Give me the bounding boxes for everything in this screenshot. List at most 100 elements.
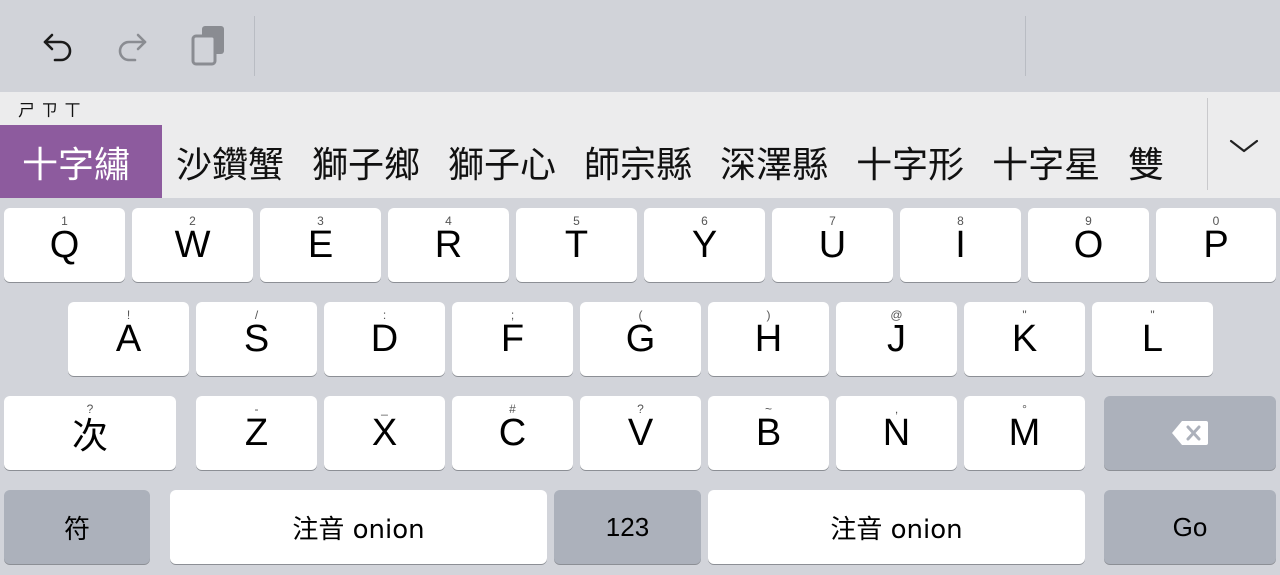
candidate-item[interactable]: 十字形 xyxy=(842,125,978,198)
space-key-left[interactable]: 注音 onion xyxy=(170,490,547,564)
key-v[interactable]: ? V xyxy=(580,396,701,470)
key-g[interactable]: (G xyxy=(580,302,701,376)
key-x[interactable]: _ X xyxy=(324,396,445,470)
key-hint: ° xyxy=(1022,402,1027,416)
key-label: R xyxy=(434,223,463,266)
key-a[interactable]: ! A xyxy=(68,302,189,376)
key-r[interactable]: 4R xyxy=(388,208,509,282)
clipboard-icon xyxy=(191,26,224,66)
key-label: I xyxy=(955,223,966,266)
key-w[interactable]: 2W xyxy=(132,208,253,282)
key-f[interactable]: ; F xyxy=(452,302,573,376)
key-label: C xyxy=(498,411,527,454)
toolbar xyxy=(0,0,1280,92)
key-hint: ? xyxy=(86,402,94,416)
expand-candidates-button[interactable] xyxy=(1222,132,1266,160)
key-label: Q xyxy=(49,223,80,266)
key-o[interactable]: 9O xyxy=(1028,208,1149,282)
key-label: T xyxy=(564,223,589,266)
key-m[interactable]: ° M xyxy=(964,396,1085,470)
space-key-right[interactable]: 注音 onion xyxy=(708,490,1085,564)
key-label: M xyxy=(1008,411,1041,454)
key-label: F xyxy=(500,317,525,360)
key-p[interactable]: 0P xyxy=(1156,208,1276,282)
key-t[interactable]: 5T xyxy=(516,208,637,282)
key-label: X xyxy=(371,411,398,454)
key-hint: " xyxy=(1022,308,1027,322)
key-i[interactable]: 8I xyxy=(900,208,1021,282)
toolbar-separator xyxy=(1025,16,1026,76)
redo-icon xyxy=(118,33,147,62)
candidate-item[interactable]: 獅子鄉 xyxy=(298,125,434,198)
candidate-item[interactable]: 深澤縣 xyxy=(706,125,842,198)
key-l[interactable]: " L xyxy=(1092,302,1213,376)
key-b[interactable]: ~ B xyxy=(708,396,829,470)
key-hint: ; xyxy=(510,308,515,322)
key-label: 123 xyxy=(605,511,650,542)
candidate-item[interactable]: 雙 xyxy=(1114,125,1178,198)
key-label: B xyxy=(755,411,782,454)
key-label: L xyxy=(1141,317,1164,360)
key-label: P xyxy=(1203,223,1229,266)
key-hint: @ xyxy=(890,308,903,322)
candidate-divider xyxy=(1207,98,1208,190)
phonetic-input: ㄕㄗㄒ xyxy=(18,101,87,121)
key-hint: / xyxy=(254,308,259,322)
key-hint: ) xyxy=(766,308,771,322)
key-hint: 4 xyxy=(445,214,452,228)
key-label: D xyxy=(370,317,399,360)
backspace-icon xyxy=(1172,421,1208,445)
key-hint: 6 xyxy=(701,214,708,228)
redo-button[interactable] xyxy=(110,24,154,68)
key-e[interactable]: 3E xyxy=(260,208,381,282)
key-hint: , xyxy=(894,402,899,416)
symbols-key[interactable]: 符 xyxy=(4,490,150,564)
key-z[interactable]: -Z xyxy=(196,396,317,470)
candidate-item[interactable]: 師宗縣 xyxy=(570,125,706,198)
key-label: V xyxy=(627,411,654,454)
key-next[interactable]: ? 次 xyxy=(4,396,176,470)
key-d[interactable]: :D xyxy=(324,302,445,376)
key-hint: - xyxy=(254,402,259,416)
key-label: E xyxy=(307,223,334,266)
candidate-item-selected[interactable]: 十字繡 xyxy=(0,125,162,198)
key-label: 符 xyxy=(63,514,90,545)
key-h[interactable]: ) H xyxy=(708,302,829,376)
key-hint: " xyxy=(1150,308,1155,322)
backspace-key[interactable] xyxy=(1104,396,1276,470)
clipboard-button[interactable] xyxy=(186,24,230,68)
key-label: Y xyxy=(691,223,718,266)
key-label: S xyxy=(243,317,270,360)
key-hint: 0 xyxy=(1212,214,1220,228)
key-label: W xyxy=(174,223,211,266)
key-c[interactable]: # C xyxy=(452,396,573,470)
key-hint: 1 xyxy=(61,214,68,228)
key-y[interactable]: 6Y xyxy=(644,208,765,282)
undo-icon xyxy=(43,33,72,62)
undo-button[interactable] xyxy=(36,24,80,68)
key-label: K xyxy=(1011,317,1038,360)
key-s[interactable]: / S xyxy=(196,302,317,376)
key-k[interactable]: " K xyxy=(964,302,1085,376)
key-hint: 7 xyxy=(829,214,836,228)
toolbar-separator xyxy=(254,16,255,76)
key-q[interactable]: 1Q xyxy=(4,208,125,282)
go-key[interactable]: Go xyxy=(1104,490,1276,564)
candidate-item[interactable]: 獅子心 xyxy=(434,125,570,198)
candidate-item[interactable]: 十字星 xyxy=(978,125,1114,198)
candidate-item[interactable]: 沙鑽蟹 xyxy=(162,125,298,198)
numbers-key[interactable]: 123 xyxy=(554,490,701,564)
key-hint: ~ xyxy=(764,402,772,416)
key-hint: ( xyxy=(638,308,643,322)
key-label: G xyxy=(625,317,656,360)
key-hint: 8 xyxy=(957,214,964,228)
key-label: U xyxy=(818,223,847,266)
key-label: 注音 onion xyxy=(830,514,963,545)
key-n[interactable]: ,N xyxy=(836,396,957,470)
key-label: 注音 onion xyxy=(292,514,425,545)
key-u[interactable]: 7U xyxy=(772,208,893,282)
key-label: O xyxy=(1073,223,1104,266)
key-label: Go xyxy=(1172,511,1208,542)
key-label: A xyxy=(115,317,142,360)
key-j[interactable]: @ J xyxy=(836,302,957,376)
